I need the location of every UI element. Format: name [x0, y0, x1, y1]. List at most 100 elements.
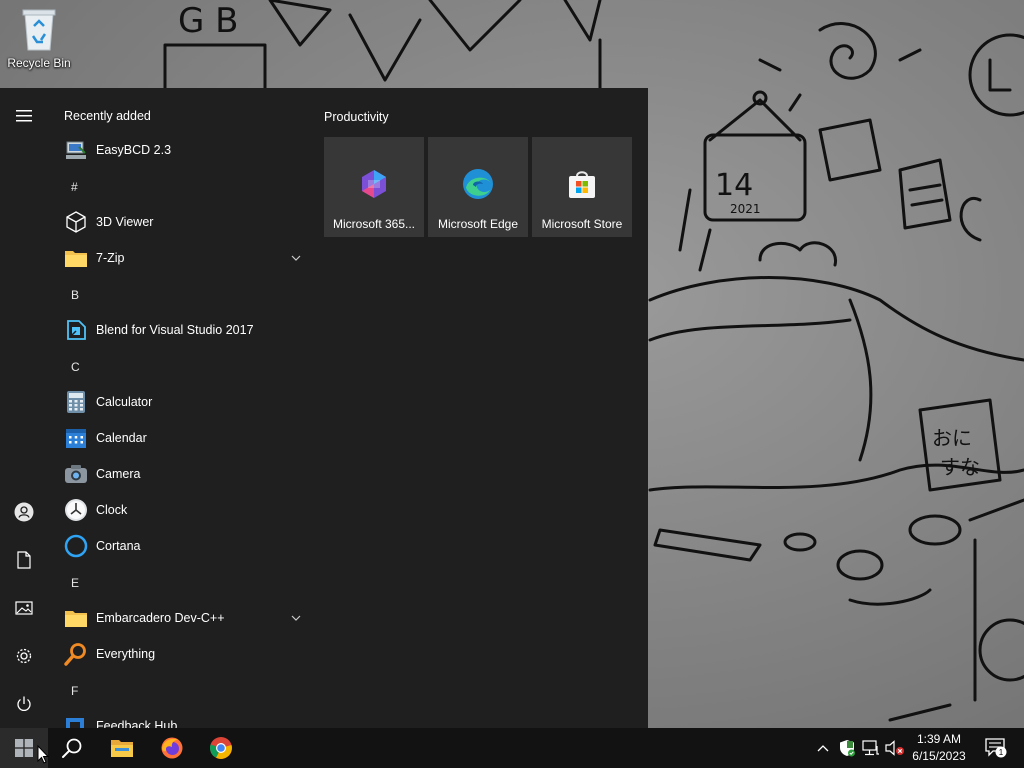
edge-icon — [463, 169, 493, 199]
firefox-button[interactable] — [148, 728, 196, 768]
letter-header-hash[interactable]: # — [71, 180, 78, 194]
letter-header-b[interactable]: B — [71, 288, 79, 302]
app-item-calendar[interactable]: Calendar — [48, 420, 312, 456]
shield-icon — [840, 740, 855, 757]
clock-time: 1:39 AM — [916, 732, 962, 746]
tile-label: Microsoft Edge — [437, 217, 519, 231]
app-item-cortana[interactable]: Cortana — [48, 528, 312, 564]
settings-button[interactable] — [0, 632, 48, 680]
mouse-cursor-icon — [37, 745, 49, 764]
volume-muted-icon — [885, 740, 904, 756]
notification-center-button[interactable]: 1 — [976, 728, 1016, 768]
app-item-label: EasyBCD 2.3 — [96, 143, 172, 157]
folder-icon — [111, 740, 133, 757]
file-explorer-button[interactable] — [98, 728, 146, 768]
search-icon — [62, 738, 82, 758]
clock-icon — [64, 498, 88, 522]
documents-button[interactable] — [0, 536, 48, 584]
clock-date: 6/15/2023 — [912, 749, 966, 763]
tile-label: Microsoft Store — [541, 217, 623, 231]
app-item-label: Calendar — [96, 431, 147, 445]
hamburger-menu-icon — [16, 110, 32, 122]
microsoft-365-icon — [362, 170, 386, 198]
chevron-down-icon[interactable] — [290, 612, 302, 624]
app-item-label: Everything — [96, 647, 156, 661]
recycle-bin-icon — [22, 9, 56, 51]
blend-icon — [64, 318, 88, 342]
letter-header-c[interactable]: C — [71, 360, 80, 374]
windows-logo-icon — [15, 739, 33, 757]
taskbar: 1:39 AM 6/15/2023 1 — [0, 728, 1024, 768]
firefox-icon — [161, 737, 183, 759]
calendar-icon — [64, 426, 88, 450]
pictures-icon — [15, 601, 33, 615]
app-list[interactable]: Recently added EasyBCD 2.3 # 3D Viewer 7… — [48, 88, 312, 728]
app-item-label: Feedback Hub — [96, 719, 178, 728]
app-item-label: Clock — [96, 503, 128, 517]
svg-text:14: 14 — [715, 168, 753, 203]
svg-text:おに: おに — [932, 426, 972, 450]
app-item-label: Blend for Visual Studio 2017 — [96, 323, 254, 337]
app-item-feedback-hub[interactable]: Feedback Hub — [48, 708, 312, 728]
calculator-icon — [64, 390, 88, 414]
power-button[interactable] — [0, 680, 48, 728]
tile-microsoft-365[interactable]: Microsoft 365... — [324, 137, 424, 237]
account-button[interactable] — [0, 488, 48, 536]
app-item-3d-viewer[interactable]: 3D Viewer — [48, 204, 312, 240]
feedback-hub-icon — [64, 714, 88, 728]
tile-microsoft-edge[interactable]: Microsoft Edge — [428, 137, 528, 237]
recently-added-heading: Recently added — [64, 109, 151, 123]
app-item-camera[interactable]: Camera — [48, 456, 312, 492]
app-item-label: Embarcadero Dev-C++ — [96, 611, 225, 625]
app-item-calculator[interactable]: Calculator — [48, 384, 312, 420]
notification-center-icon: 1 — [985, 738, 1007, 758]
app-item-blend[interactable]: Blend for Visual Studio 2017 — [48, 312, 312, 348]
folder-icon — [64, 246, 88, 270]
app-item-7-zip[interactable]: 7-Zip — [48, 240, 312, 276]
notification-count: 1 — [999, 748, 1004, 757]
pictures-button[interactable] — [0, 584, 48, 632]
power-icon — [17, 696, 31, 711]
search-button[interactable] — [48, 728, 96, 768]
show-hidden-icons-button[interactable] — [813, 738, 833, 758]
chevron-up-icon — [817, 745, 829, 752]
desktop-icon-recycle-bin[interactable]: Recycle Bin — [4, 6, 74, 78]
everything-search-icon — [64, 642, 88, 666]
svg-text:2021: 2021 — [730, 202, 761, 216]
app-item-label: 3D Viewer — [96, 215, 154, 229]
app-item-label: Camera — [96, 467, 141, 481]
svg-text:G B: G B — [178, 1, 238, 41]
start-menu: Recently added EasyBCD 2.3 # 3D Viewer 7… — [0, 88, 648, 728]
network-icon — [862, 740, 879, 756]
taskbar-clock[interactable]: 1:39 AM 6/15/2023 — [906, 731, 972, 765]
network-tray-icon[interactable] — [861, 738, 881, 758]
app-item-label: Cortana — [96, 539, 141, 553]
user-account-icon — [14, 502, 34, 522]
recycle-bin-label: Recycle Bin — [7, 56, 71, 70]
chrome-icon — [210, 737, 232, 759]
chevron-down-icon[interactable] — [290, 252, 302, 264]
folder-icon — [64, 606, 88, 630]
document-icon — [17, 551, 31, 569]
app-item-embarcadero-dev-cpp[interactable]: Embarcadero Dev-C++ — [48, 600, 312, 636]
app-item-everything[interactable]: Everything — [48, 636, 312, 672]
3d-viewer-icon — [64, 210, 88, 234]
tile-microsoft-store[interactable]: Microsoft Store — [532, 137, 632, 237]
store-icon — [569, 171, 595, 198]
cortana-icon — [64, 534, 88, 558]
app-item-label: Calculator — [96, 395, 153, 409]
letter-header-e[interactable]: E — [71, 576, 79, 590]
start-menu-rail — [0, 88, 48, 728]
letter-header-f[interactable]: F — [71, 684, 78, 698]
security-tray-icon[interactable] — [837, 738, 857, 758]
app-item-clock[interactable]: Clock — [48, 492, 312, 528]
chrome-button[interactable] — [197, 728, 245, 768]
camera-icon — [64, 462, 88, 486]
volume-tray-icon[interactable] — [885, 738, 905, 758]
tile-group-title[interactable]: Productivity — [324, 110, 389, 124]
tiles-area: Productivity Microsoft 365... Microsoft … — [312, 88, 648, 728]
easybcd-icon — [64, 138, 88, 162]
app-item-easybcd[interactable]: EasyBCD 2.3 — [48, 132, 312, 168]
expand-menu-button[interactable] — [0, 92, 48, 140]
tile-label: Microsoft 365... — [332, 217, 416, 231]
